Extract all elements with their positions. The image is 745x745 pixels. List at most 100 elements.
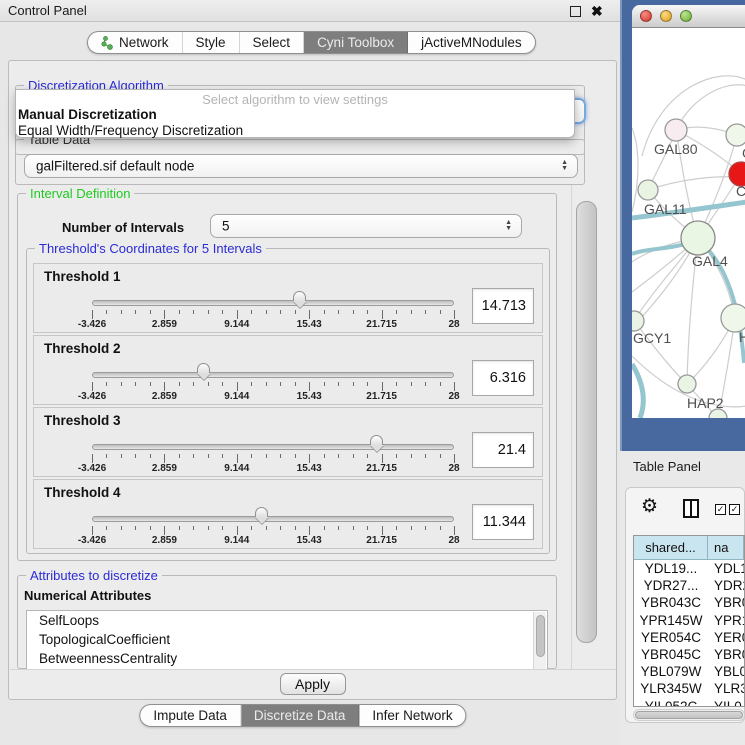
table-row[interactable]: YLR345WYLR3 <box>634 680 744 697</box>
H-node[interactable] <box>721 304 745 332</box>
table-row[interactable]: YBR045CYBR0 <box>634 646 744 663</box>
table-cell: YIL0 <box>708 698 744 708</box>
slider-handle[interactable] <box>197 363 212 380</box>
attributes-to-discretize-group: Attributes to discretize Numerical Attri… <box>17 575 557 669</box>
table-panel-title: Table Panel <box>633 459 701 474</box>
algorithm-dropdown-popup: Select algorithm to view settings Manual… <box>15 89 575 138</box>
table-cell: YLR345W <box>634 680 708 697</box>
tab-cyni-toolbox[interactable]: Cyni Toolbox <box>304 32 408 53</box>
attribute-list-item[interactable]: SelfLoops <box>27 611 547 630</box>
dropdown-option[interactable]: Manual Discretization <box>18 107 572 123</box>
table-cell: YBR045C <box>634 646 708 663</box>
checkbox-checked-icon[interactable]: ✓ <box>715 504 726 515</box>
column-header[interactable]: na <box>708 536 744 560</box>
slider-handle[interactable] <box>370 435 385 452</box>
GAL11-node[interactable] <box>638 180 658 200</box>
network-canvas[interactable]: GAL80GCGAL11GAL4GCY1HHAP2 <box>632 28 745 418</box>
table-row[interactable]: YPR145WYPR1 <box>634 612 744 629</box>
tab-infer-network[interactable]: Infer Network <box>359 705 465 726</box>
number-of-intervals-combo[interactable]: 5 ▲▼ <box>210 214 522 238</box>
GCY1-node[interactable] <box>632 311 644 331</box>
table-row[interactable]: YER054CYER0 <box>634 629 744 646</box>
minimize-traffic-light-icon[interactable] <box>660 10 672 22</box>
dropdown-option[interactable]: Equal Width/Frequency Discretization <box>18 123 572 139</box>
table-cell: YDL19... <box>634 560 708 577</box>
slider-track[interactable] <box>92 516 454 522</box>
threshold-value-field[interactable]: 14.713 <box>472 288 534 324</box>
close-traffic-light-icon[interactable] <box>640 10 652 22</box>
tab-jactivemnodules[interactable]: jActiveMNodules <box>408 32 535 53</box>
slider-handle[interactable] <box>293 291 308 308</box>
columns-icon[interactable] <box>683 499 699 518</box>
node-label: GAL80 <box>654 141 698 157</box>
tab-select[interactable]: Select <box>240 32 305 53</box>
slider-tick-labels: -3.4262.8599.14415.4321.71528 <box>92 391 454 403</box>
scrollbar-thumb[interactable] <box>576 201 597 643</box>
node-label: GCY1 <box>633 330 671 346</box>
float-window-icon[interactable] <box>570 6 581 17</box>
threshold-label: Threshold 4 <box>44 485 121 500</box>
threshold-label: Threshold 2 <box>44 341 121 356</box>
slider-track[interactable] <box>92 444 454 450</box>
threshold-value-field[interactable]: 21.4 <box>472 432 534 468</box>
bottom-tab-bar: Impute DataDiscretize DataInfer Network <box>139 704 466 727</box>
panel-scrollbar[interactable] <box>571 185 601 669</box>
threshold-coordinates-group: Threshold's Coordinates for 5 Intervals … <box>26 248 550 554</box>
slider-tick-labels: -3.4262.8599.14415.4321.71528 <box>92 463 454 475</box>
table-row[interactable]: YBR043CYBR0 <box>634 594 744 611</box>
node-label: H <box>739 329 745 345</box>
tab-impute-data[interactable]: Impute Data <box>140 705 241 726</box>
slider-track[interactable] <box>92 300 454 306</box>
slider-tick-labels: -3.4262.8599.14415.4321.71528 <box>92 535 454 547</box>
tab-discretize-data[interactable]: Discretize Data <box>241 705 360 726</box>
threshold-panel: Threshold 1-3.4262.8599.14415.4321.71528… <box>33 263 543 333</box>
attribute-list-item[interactable]: BetweennessCentrality <box>27 649 547 668</box>
top-right-node[interactable] <box>726 124 745 146</box>
threshold-value-field[interactable]: 6.316 <box>472 360 534 396</box>
table-cell: YPR1 <box>708 612 744 629</box>
network-graph: GAL80GCGAL11GAL4GCY1HHAP2 <box>632 28 745 418</box>
table-cell: YBR0 <box>708 646 744 663</box>
checkbox-checked-icon[interactable]: ✓ <box>729 504 740 515</box>
control-panel-titlebar: Control Panel ✖ <box>0 0 620 22</box>
tab-label: Cyni Toolbox <box>317 35 394 50</box>
tab-network[interactable]: Network <box>88 32 183 53</box>
table-row[interactable]: YDR27...YDR2 <box>634 577 744 594</box>
tab-style[interactable]: Style <box>183 32 240 53</box>
GAL4-node[interactable] <box>681 221 715 255</box>
network-window-titlebar[interactable] <box>632 5 745 28</box>
threshold-panel: Threshold 4 -3.4262.8599.14415.4321.71528… <box>33 479 543 549</box>
close-icon[interactable]: ✖ <box>591 1 603 21</box>
table-row[interactable]: YBL079WYBL0 <box>634 663 744 680</box>
attribute-list-item[interactable]: TopologicalCoefficient <box>27 630 547 649</box>
horizontal-scrollbar[interactable] <box>633 709 745 721</box>
GAL80-node[interactable] <box>665 119 687 141</box>
network-view-window[interactable]: GAL80GCGAL11GAL4GCY1HHAP2 <box>632 5 745 418</box>
tab-label: Style <box>196 35 226 50</box>
table-header[interactable]: shared...na <box>634 536 744 560</box>
list-scrollbar[interactable] <box>533 612 546 669</box>
table-data-combo[interactable]: galFiltered.sif default node ▲▼ <box>24 154 578 178</box>
gear-icon[interactable]: ⚙ <box>641 495 658 518</box>
scrollbar-thumb[interactable] <box>635 711 743 719</box>
table-row[interactable]: YDL19...YDL1 <box>634 560 744 577</box>
table-cell: YIL052C <box>634 698 708 708</box>
numerical-attributes-list[interactable]: SelfLoopsTopologicalCoefficientBetweenne… <box>26 610 548 669</box>
table-row[interactable]: YIL052CYIL0 <box>634 698 744 708</box>
HAP2-node[interactable] <box>678 375 696 393</box>
table-cell: YBL0 <box>708 663 744 680</box>
interval-definition-group: Interval Definition Number of Intervals … <box>17 193 557 561</box>
threshold-value-field[interactable]: 11.344 <box>472 504 534 540</box>
table-cell: YPR145W <box>634 612 708 629</box>
apply-button[interactable]: Apply <box>280 673 346 695</box>
table-data-group: Table Data galFiltered.sif default node … <box>15 139 585 185</box>
column-header[interactable]: shared... <box>634 536 708 560</box>
divider <box>10 669 616 670</box>
table-cell: YBR0 <box>708 594 744 611</box>
slider-track[interactable] <box>92 372 454 378</box>
zoom-traffic-light-icon[interactable] <box>680 10 692 22</box>
threshold-panel: Threshold 2 -3.4262.8599.14415.4321.71528… <box>33 335 543 405</box>
node-attribute-table[interactable]: shared...na YDL19...YDL1YDR27...YDR2YBR0… <box>633 535 745 707</box>
slider-handle[interactable] <box>255 507 270 524</box>
dropdown-hint: Select algorithm to view settings <box>16 92 574 107</box>
